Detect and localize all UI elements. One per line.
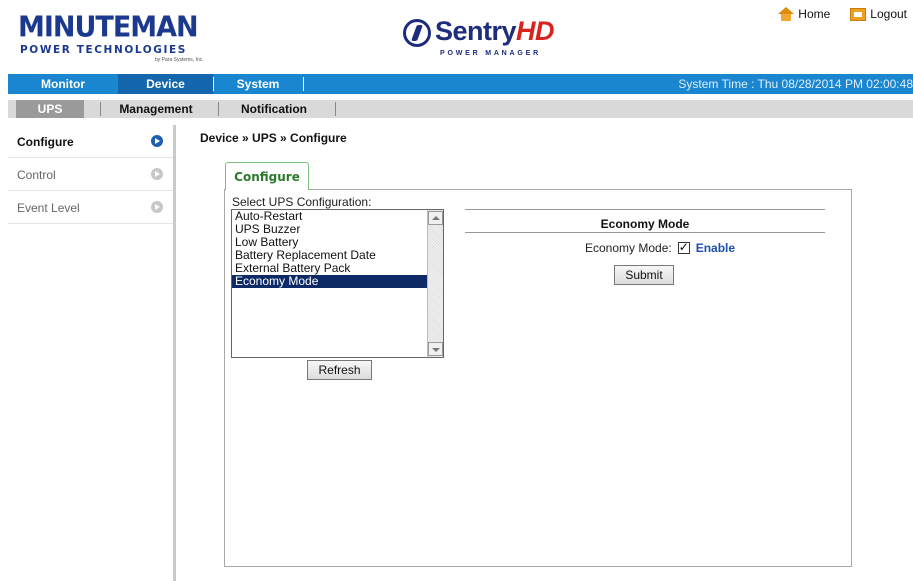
arrow-right-icon: [151, 168, 163, 180]
nav-separator: [303, 77, 304, 91]
nav-monitor[interactable]: Monitor: [8, 74, 118, 94]
ups-config-listbox[interactable]: Auto-Restart UPS Buzzer Low Battery Batt…: [231, 209, 444, 358]
minuteman-logo[interactable]: MINUTEMAN POWER TECHNOLOGIES by Para Sys…: [17, 11, 212, 63]
refresh-button[interactable]: Refresh: [307, 360, 372, 380]
scroll-up-icon[interactable]: [428, 211, 443, 225]
nav-system[interactable]: System: [213, 74, 303, 94]
sentryhd-logo-sub: POWER MANAGER: [440, 50, 541, 57]
home-icon: [778, 7, 795, 21]
logout-icon: [850, 7, 867, 21]
subnav-notification[interactable]: Notification: [228, 100, 320, 118]
nav-device[interactable]: Device: [118, 74, 213, 94]
sentry-word: Sentry: [435, 16, 517, 46]
economy-mode-checkbox[interactable]: [677, 240, 690, 254]
enable-label[interactable]: Enable: [696, 241, 735, 255]
home-link[interactable]: Home: [778, 7, 830, 21]
logout-link[interactable]: Logout: [850, 7, 907, 21]
left-menu-label: Control: [17, 168, 56, 182]
left-menu-item-configure[interactable]: Configure: [8, 125, 173, 158]
plug-icon: [403, 19, 431, 47]
minuteman-logo-word: MINUTEMAN: [18, 11, 199, 44]
left-menu-label: Configure: [17, 135, 74, 149]
section-title: Economy Mode: [600, 217, 690, 231]
sentryhd-logo-word: SentryHD: [435, 16, 555, 47]
header: MINUTEMAN POWER TECHNOLOGIES by Para Sys…: [0, 0, 913, 68]
sub-nav: UPS Management Notification: [8, 100, 913, 118]
minuteman-logo-sub: POWER TECHNOLOGIES: [20, 44, 187, 56]
hd-word: HD: [516, 16, 555, 46]
section-divider: [465, 232, 825, 233]
arrow-right-icon: [151, 201, 163, 213]
economy-mode-label: Economy Mode:: [585, 241, 672, 255]
left-menu-item-event-level[interactable]: Event Level: [8, 191, 173, 224]
subnav-ups[interactable]: UPS: [16, 100, 84, 118]
minuteman-logo-tagline: by Para Systems, Inc.: [155, 57, 204, 63]
scroll-down-icon[interactable]: [428, 342, 443, 356]
subnav-separator: [218, 102, 219, 116]
top-links: Home Logout: [778, 7, 907, 21]
arrow-right-icon: [151, 135, 163, 147]
list-option-economy-mode[interactable]: Economy Mode: [232, 275, 443, 288]
main-nav: Monitor Device System System Time : Thu …: [8, 74, 913, 94]
left-menu-label: Event Level: [17, 201, 80, 215]
section-divider: [465, 209, 825, 210]
tab-configure[interactable]: Configure: [225, 162, 309, 190]
submit-button[interactable]: Submit: [614, 265, 674, 285]
listbox-scrollbar[interactable]: [427, 210, 443, 357]
left-menu-item-control[interactable]: Control: [8, 158, 173, 191]
configure-panel: Select UPS Configuration: Auto-Restart U…: [224, 189, 852, 567]
subnav-separator: [100, 102, 101, 116]
sentryhd-logo: SentryHD POWER MANAGER: [398, 13, 555, 65]
system-time: System Time : Thu 08/28/2014 PM 02:00:48: [678, 77, 913, 91]
logout-link-label: Logout: [870, 7, 907, 21]
select-config-label: Select UPS Configuration:: [232, 195, 372, 209]
economy-mode-row: Economy Mode: Enable: [585, 240, 735, 255]
subnav-separator: [335, 102, 336, 116]
breadcrumb: Device » UPS » Configure: [200, 131, 347, 145]
subnav-management[interactable]: Management: [116, 100, 196, 118]
home-link-label: Home: [798, 7, 831, 21]
left-menu: Configure Control Event Level: [8, 125, 176, 581]
